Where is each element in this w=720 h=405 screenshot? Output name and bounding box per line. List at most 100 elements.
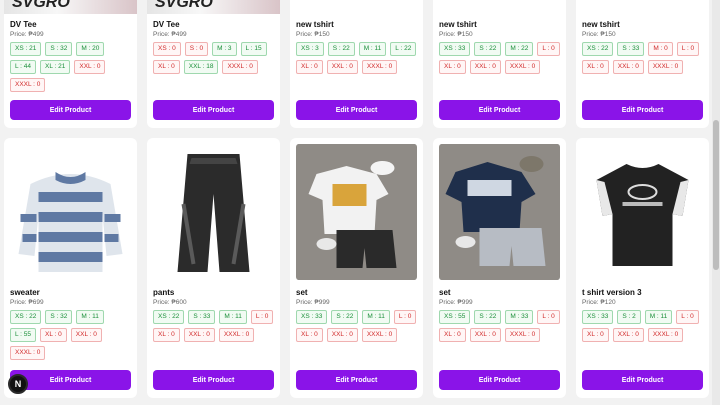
scrollbar-thumb[interactable] [713, 120, 719, 270]
stock-chip: M : 20 [76, 42, 105, 56]
stock-chip: XXXL : 0 [647, 60, 684, 74]
stock-list: XS : 3S : 22 M : 11 L : 22 XL : 0 XXL : 0 XXX… [296, 42, 417, 74]
stock-list: XS : 33 S : 2M : 11 L : 0 XL : 0 XXL : 0 XXXL… [582, 310, 703, 342]
brand-logo-text: SVGRO [155, 0, 213, 11]
stock-chip: M : 11 [76, 310, 104, 324]
stock-chip: S : 32 [45, 310, 73, 324]
stock-chip: XS : 33 [296, 310, 328, 324]
stock-list: XS : 22 S : 32 M : 11 L : 55 XL : 0 XXL : 0 XX… [10, 310, 131, 360]
stock-chip: L : 0 [676, 310, 699, 324]
stock-chip: S : 33 [617, 42, 645, 56]
stock-chip: XS : 22 [153, 310, 185, 324]
product-card: sweater Price: ₱699 XS : 22 S : 32 M : 11 L… [4, 138, 137, 398]
stock-chip: XL : 0 [582, 60, 609, 74]
stock-chip: XL : 0 [153, 328, 180, 342]
stock-chip: M : 11 [644, 310, 673, 324]
stock-chip: XS : 0 [153, 42, 181, 56]
page-scrollbar[interactable] [712, 0, 720, 405]
stock-chip: M : 0 [648, 42, 673, 56]
product-image [439, 144, 560, 280]
product-image [582, 144, 703, 280]
stock-chip: XS : 33 [582, 310, 614, 324]
stock-chip: XXXL : 0 [647, 328, 684, 342]
stock-chip: XXL : 0 [326, 328, 358, 342]
stock-chip: XS : 22 [582, 42, 614, 56]
stock-list: XS : 21 S : 32 M : 20 L : 44 XL : 21 XXL : 0 X… [10, 42, 131, 92]
product-image [290, 0, 423, 14]
stock-chip: XL : 0 [582, 328, 609, 342]
stock-chip: XL : 0 [296, 60, 323, 74]
stock-chip: L : 0 [393, 310, 417, 324]
stock-list: XS : 0S : 0M : 3L : 15 XL : 0 XXL : 18 XXXL… [153, 42, 274, 74]
stock-chip: XXL : 0 [326, 60, 358, 74]
product-price: Price: ₱999 [439, 299, 473, 306]
stock-chip: XXXL : 0 [218, 328, 255, 342]
product-price: Price: ₱150 [582, 31, 616, 38]
product-price: Price: ₱120 [582, 299, 616, 306]
stock-chip: L : 44 [10, 60, 37, 74]
product-card: set Price: ₱999 XS : 55 S : 22 M : 33 L : 0… [433, 138, 566, 398]
product-card: new tshirt Price: ₱150 XS : 33 S : 22 M : … [433, 0, 566, 128]
stock-chip: L : 22 [390, 42, 417, 56]
stock-chip: L : 0 [250, 310, 274, 324]
stock-chip: XXL : 0 [74, 60, 106, 74]
stock-chip: XS : 55 [439, 310, 471, 324]
product-image [296, 144, 417, 280]
stock-chip: XXL : 0 [469, 60, 501, 74]
product-image: SVGRO [147, 0, 280, 14]
stock-chip: XXXL : 0 [10, 346, 46, 360]
stock-chip: XL : 0 [439, 328, 466, 342]
edit-product-button[interactable]: Edit Product [153, 370, 274, 390]
stock-list: XS : 22 S : 33 M : 0L : 0 XL : 0 XXL : 0 XXXL… [582, 42, 703, 74]
product-card: set Price: ₱999 XS : 33 S : 22 M : 11 L : 0… [290, 138, 423, 398]
product-name: DV Tee [153, 20, 180, 29]
product-name: new tshirt [439, 20, 477, 29]
product-card: new tshirt Price: ₱150 XS : 3S : 22 M : 1… [290, 0, 423, 128]
edit-product-button[interactable]: Edit Product [439, 100, 560, 120]
stock-chip: S : 22 [327, 42, 355, 56]
edit-product-button[interactable]: Edit Product [582, 100, 703, 120]
stock-chip: XXXL : 0 [10, 78, 46, 92]
stock-chip: XXXL : 0 [361, 60, 398, 74]
product-name: set [439, 288, 451, 297]
product-name: pants [153, 288, 175, 297]
edit-product-button[interactable]: Edit Product [10, 100, 131, 120]
stock-list: XS : 33 S : 22 M : 11 L : 0 XL : 0 XXL : 0 XXX… [296, 310, 417, 342]
stock-chip: XXL : 0 [612, 60, 644, 74]
product-price: Price: ₱999 [296, 299, 330, 306]
product-grid-row-1: SVGRO DV Tee Price: ₱499 XS : 21 S : 32 M … [4, 0, 710, 128]
stock-chip: M : 33 [505, 310, 534, 324]
stock-chip: S : 22 [331, 310, 359, 324]
stock-chip: S : 33 [188, 310, 216, 324]
product-price: Price: ₱150 [296, 31, 330, 38]
stock-chip: L : 0 [537, 310, 560, 324]
stock-chip: M : 22 [505, 42, 534, 56]
stock-chip: XL : 0 [153, 60, 180, 74]
edit-product-button[interactable]: Edit Product [439, 370, 560, 390]
edit-product-button[interactable]: Edit Product [296, 370, 417, 390]
product-price: Price: ₱499 [10, 31, 44, 38]
stock-chip: S : 22 [474, 42, 502, 56]
product-card: SVGRO DV Tee Price: ₱499 XS : 0S : 0M : … [147, 0, 280, 128]
stock-chip: XS : 3 [296, 42, 324, 56]
edit-product-button[interactable]: Edit Product [10, 370, 131, 390]
stock-chip: XXXL : 0 [222, 60, 258, 74]
edit-product-button[interactable]: Edit Product [296, 100, 417, 120]
stock-chip: L : 55 [10, 328, 37, 342]
edit-product-button[interactable]: Edit Product [582, 370, 703, 390]
stock-chip: S : 32 [45, 42, 73, 56]
product-image [10, 144, 131, 280]
stock-chip: S : 0 [184, 42, 209, 56]
edit-product-button[interactable]: Edit Product [153, 100, 274, 120]
stock-list: XS : 55 S : 22 M : 33 L : 0 XL : 0 XXL : 0 XXX… [439, 310, 560, 342]
product-price: Price: ₱600 [153, 299, 187, 306]
product-card: pants Price: ₱600 XS : 22 S : 33 M : 11 L :… [147, 138, 280, 398]
stock-chip: XXL : 0 [183, 328, 215, 342]
stock-list: XS : 33 S : 22 M : 22 L : 0 XL : 0 XXL : 0 XXX… [439, 42, 560, 74]
stock-chip: XXL : 0 [612, 328, 644, 342]
stock-chip: L : 0 [676, 42, 700, 56]
stock-chip: XL : 0 [296, 328, 323, 342]
brand-logo-text: SVGRO [12, 0, 70, 11]
app-badge-icon[interactable]: N [8, 374, 28, 394]
stock-chip: L : 15 [240, 42, 267, 56]
